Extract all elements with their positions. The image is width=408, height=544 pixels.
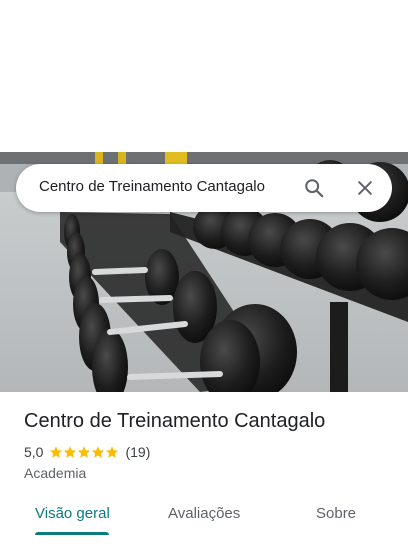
star-icon	[106, 446, 119, 458]
star-icon	[64, 446, 77, 458]
rating-value: 5,0	[24, 444, 44, 460]
search-icon[interactable]	[300, 174, 328, 202]
place-tabs: Visão geral Avaliações Sobre	[0, 500, 408, 544]
place-page: Centro de Treinamento Cantagalo Centro d…	[0, 0, 408, 544]
tab-overview[interactable]: Visão geral	[35, 505, 110, 522]
star-icon	[50, 446, 63, 458]
rating-row[interactable]: 5,0 (19)	[24, 444, 150, 460]
search-input[interactable]: Centro de Treinamento Cantagalo	[39, 178, 265, 195]
star-icon	[78, 446, 91, 458]
tab-reviews[interactable]: Avaliações	[168, 505, 240, 522]
selected-tab-indicator	[35, 532, 109, 535]
tab-about[interactable]: Sobre	[316, 505, 356, 522]
search-bar[interactable]: Centro de Treinamento Cantagalo	[16, 164, 392, 212]
reviews-count[interactable]: (19)	[125, 444, 150, 460]
star-icon	[92, 446, 105, 458]
place-category: Academia	[24, 465, 87, 481]
star-rating	[49, 445, 119, 459]
close-icon[interactable]	[351, 174, 379, 202]
place-title: Centro de Treinamento Cantagalo	[24, 410, 326, 432]
